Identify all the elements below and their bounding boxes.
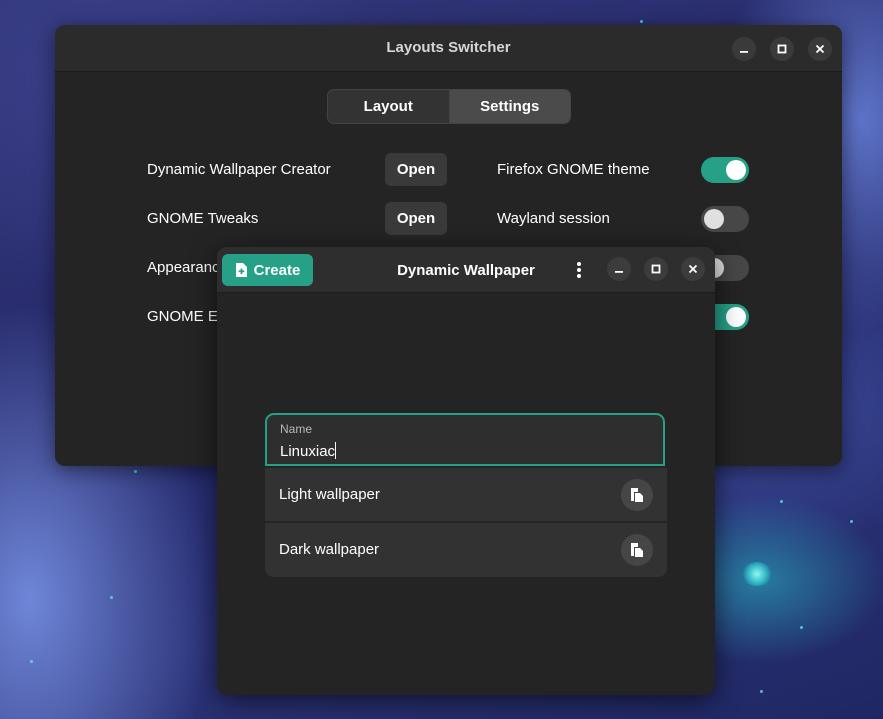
header-bar: Create Dynamic Wallpaper <box>217 247 715 293</box>
close-button[interactable] <box>681 257 705 281</box>
maximize-button[interactable] <box>644 257 668 281</box>
wallpaper-dot <box>110 596 113 599</box>
text-caret <box>335 442 337 459</box>
name-input[interactable]: Name Linuxiac <box>265 413 665 466</box>
dynamic-wallpaper-window: Create Dynamic Wallpaper Name Linuxiac L… <box>217 247 715 695</box>
create-button-label: Create <box>253 261 301 279</box>
name-field-value-wrap: Linuxiac <box>280 442 337 460</box>
light-wallpaper-label: Light wallpaper <box>279 486 380 503</box>
header-bar: Layouts Switcher <box>55 25 842 72</box>
wallpaper-dot <box>850 520 853 523</box>
toggle-knob <box>726 307 746 327</box>
gnome-tweaks-label: GNOME Tweaks <box>147 210 259 227</box>
toggle-knob <box>726 160 746 180</box>
minimize-button[interactable] <box>732 37 756 61</box>
close-icon <box>815 44 825 54</box>
open-file-icon <box>631 488 643 502</box>
view-switcher: Layout Settings <box>327 89 571 124</box>
name-field-value: Linuxiac <box>280 443 336 460</box>
menu-icon[interactable] <box>572 260 586 280</box>
dynamic-wallpaper-creator-label: Dynamic Wallpaper Creator <box>147 161 331 178</box>
wallpaper-glow <box>742 562 772 586</box>
window-title: Layouts Switcher <box>386 39 511 56</box>
open-gnome-tweaks-button[interactable]: Open <box>385 202 447 235</box>
choose-light-wallpaper-button[interactable] <box>621 479 653 511</box>
wallpaper-dot <box>640 20 643 23</box>
firefox-gnome-theme-toggle[interactable] <box>701 157 749 183</box>
wallpaper-dot <box>780 500 783 503</box>
open-file-icon <box>631 543 643 557</box>
dark-wallpaper-label: Dark wallpaper <box>279 541 380 558</box>
wallpaper-dot <box>134 470 137 473</box>
window-title: Dynamic Wallpaper <box>397 262 535 279</box>
tab-layout[interactable]: Layout <box>328 90 449 123</box>
choose-dark-wallpaper-button[interactable] <box>621 534 653 566</box>
minimize-icon <box>740 51 748 53</box>
wallpaper-dot <box>800 626 803 629</box>
wayland-session-label: Wayland session <box>497 210 610 227</box>
wallpaper-dot <box>30 660 33 663</box>
create-button[interactable]: Create <box>222 254 313 286</box>
wallpaper-dot <box>760 690 763 693</box>
maximize-icon <box>777 44 787 54</box>
dark-wallpaper-row: Dark wallpaper <box>265 523 667 577</box>
appearance-label: Appearanc <box>147 259 220 276</box>
firefox-gnome-theme-label: Firefox GNOME theme <box>497 161 650 178</box>
name-field-label: Name <box>280 422 313 436</box>
minimize-icon <box>615 271 623 273</box>
gnome-extensions-label: GNOME Ex <box>147 308 226 325</box>
toggle-knob <box>704 209 724 229</box>
maximize-icon <box>651 264 661 274</box>
open-dynamic-wallpaper-button[interactable]: Open <box>385 153 447 186</box>
tab-settings[interactable]: Settings <box>448 90 570 123</box>
wayland-session-toggle[interactable] <box>701 206 749 232</box>
light-wallpaper-row: Light wallpaper <box>265 468 667 522</box>
minimize-button[interactable] <box>607 257 631 281</box>
close-icon <box>688 264 698 274</box>
maximize-button[interactable] <box>770 37 794 61</box>
close-button[interactable] <box>808 37 832 61</box>
new-file-icon <box>235 263 247 277</box>
